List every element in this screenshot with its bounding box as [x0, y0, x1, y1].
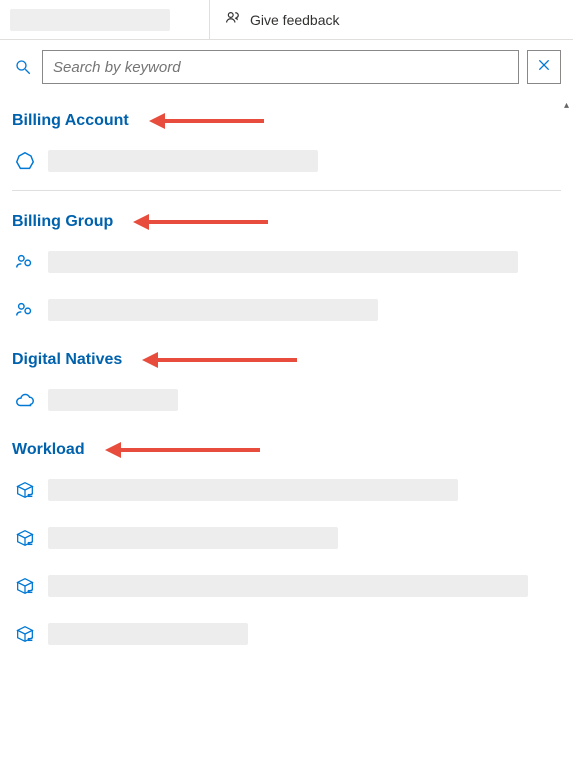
- section-header-billing-account: Billing Account: [12, 112, 561, 130]
- workload-icon: [14, 479, 36, 501]
- redacted-text: [48, 389, 178, 411]
- result-item[interactable]: [12, 142, 561, 180]
- feedback-label: Give feedback: [250, 12, 340, 28]
- redacted-text: [48, 623, 248, 645]
- close-icon: [536, 57, 552, 78]
- result-item[interactable]: [12, 567, 561, 605]
- section-title: Billing Account: [12, 112, 129, 130]
- clear-search-button[interactable]: [527, 50, 561, 84]
- feedback-icon: [224, 9, 242, 30]
- section-header-billing-group: Billing Group: [12, 213, 561, 231]
- workload-icon: [14, 527, 36, 549]
- redacted-text: [48, 527, 338, 549]
- billing-group-icon: [14, 251, 36, 273]
- result-item[interactable]: [12, 381, 561, 419]
- top-left-redacted: [0, 0, 210, 39]
- section-header-workload: Workload: [12, 441, 561, 459]
- result-item[interactable]: [12, 471, 561, 509]
- redacted-text: [48, 479, 458, 501]
- annotation-arrow: [149, 113, 264, 129]
- workload-icon: [14, 575, 36, 597]
- search-results: Billing Account Billing Group: [0, 112, 573, 653]
- search-icon: [12, 58, 34, 76]
- give-feedback-button[interactable]: Give feedback: [210, 0, 354, 39]
- section-title: Digital Natives: [12, 351, 122, 369]
- annotation-arrow: [105, 442, 260, 458]
- result-item[interactable]: [12, 615, 561, 653]
- search-row: [0, 40, 573, 92]
- redacted-text: [48, 299, 378, 321]
- section-title: Billing Group: [12, 213, 113, 231]
- scroll-up-caret-icon: ▴: [564, 100, 569, 111]
- section-title: Workload: [12, 441, 85, 459]
- top-bar: Give feedback: [0, 0, 573, 40]
- billing-group-icon: [14, 299, 36, 321]
- result-item[interactable]: [12, 291, 561, 329]
- section-header-digital-natives: Digital Natives: [12, 351, 561, 369]
- annotation-arrow: [133, 214, 268, 230]
- workload-icon: [14, 623, 36, 645]
- result-item[interactable]: [12, 519, 561, 557]
- redacted-text: [48, 150, 318, 172]
- billing-account-icon: [14, 150, 36, 172]
- search-input[interactable]: [42, 50, 519, 84]
- redacted-block: [10, 9, 170, 31]
- cloud-icon: [14, 389, 36, 411]
- result-item[interactable]: [12, 243, 561, 281]
- annotation-arrow: [142, 352, 297, 368]
- redacted-text: [48, 251, 518, 273]
- redacted-text: [48, 575, 528, 597]
